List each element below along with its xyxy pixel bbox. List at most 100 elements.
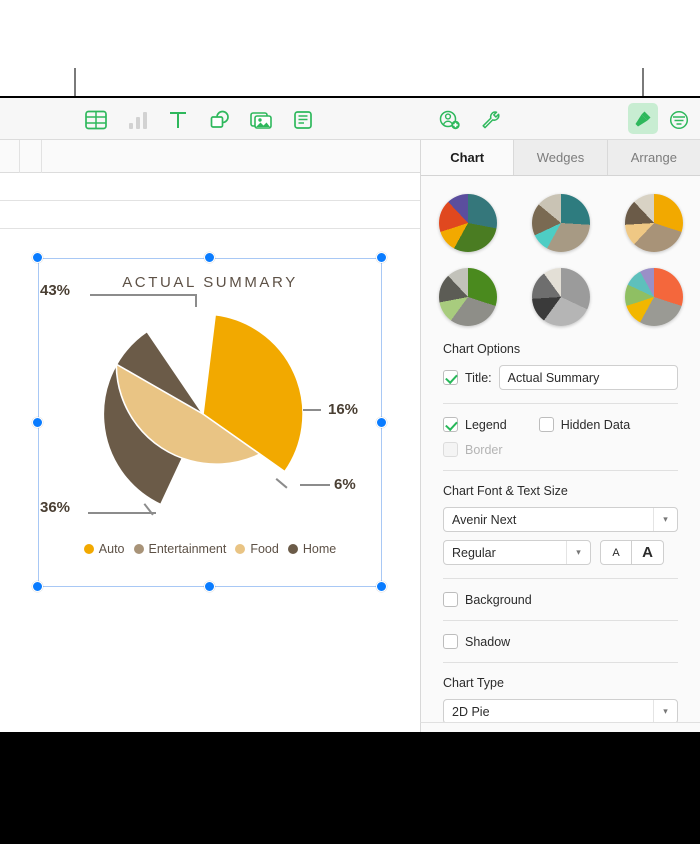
resize-handle-bottom-left[interactable]: [32, 581, 43, 592]
font-section-heading: Chart Font & Text Size: [443, 484, 568, 498]
legend-item: Home: [287, 542, 337, 556]
font-size-buttons: A A: [600, 540, 664, 565]
chart-style-1[interactable]: [438, 194, 497, 252]
font-weight-select[interactable]: Regular ▾: [443, 540, 591, 565]
legend-hidden-row: Legend Hidden Data: [443, 417, 678, 432]
pie-value-label-auto: 16%: [328, 401, 359, 418]
text-icon[interactable]: [164, 106, 192, 134]
pie-value-label-home: 43%: [40, 282, 71, 299]
resize-handle-top-right[interactable]: [376, 252, 387, 263]
divider: [443, 662, 678, 663]
increase-font-size-button[interactable]: A: [632, 540, 664, 565]
resize-handle-middle-right[interactable]: [376, 417, 387, 428]
legend-label: Home: [302, 542, 337, 556]
legend-color-swatch: [133, 544, 144, 554]
chart-type-heading: Chart Type: [443, 676, 504, 690]
resize-handle-middle-left[interactable]: [32, 417, 43, 428]
chart-type-select[interactable]: 2D Pie ▾: [443, 699, 678, 724]
title-row: Title: Actual Summary: [443, 365, 678, 390]
leader-line-home-tick: [195, 294, 197, 307]
shape-icon[interactable]: [206, 106, 234, 134]
wrench-icon[interactable]: [477, 106, 505, 134]
legend-checkbox[interactable]: [443, 417, 458, 432]
font-weight-value: Regular: [452, 545, 496, 560]
title-label: Title:: [465, 370, 492, 385]
legend-label: Food: [250, 542, 279, 556]
chart-options-section: Chart Options Title: Actual Summary: [421, 342, 700, 390]
font-section: Chart Font & Text Size Avenir Next ▾ Reg…: [421, 484, 700, 565]
font-weight-row: Regular ▾ A A: [443, 540, 678, 565]
font-family-select[interactable]: Avenir Next ▾: [443, 507, 678, 532]
sheet-header-row: [0, 140, 420, 173]
panel-bottom-edge: [420, 722, 700, 732]
legend-label: Auto: [98, 542, 125, 556]
leader-line-home: [90, 294, 196, 296]
chart-style-3[interactable]: [624, 194, 683, 252]
legend-color-swatch: [287, 544, 298, 554]
collaborate-icon[interactable]: [436, 106, 464, 134]
chevron-down-icon: ▾: [566, 541, 590, 564]
border-label: Border: [465, 442, 503, 457]
legend-item: Entertainment: [133, 542, 227, 556]
chart-title-input[interactable]: Actual Summary: [498, 365, 678, 390]
leader-line-food: [88, 512, 156, 514]
border-checkbox: [443, 442, 458, 457]
chart-style-grid: [421, 176, 700, 342]
shadow-label: Shadow: [465, 634, 511, 649]
comment-icon[interactable]: [289, 106, 317, 134]
chevron-down-icon: ▾: [653, 700, 677, 723]
chart-style-5[interactable]: [531, 268, 590, 326]
tab-chart[interactable]: Chart: [421, 140, 515, 175]
organize-icon[interactable]: [665, 106, 693, 134]
page-background-black: [0, 744, 700, 844]
resize-handle-top-left[interactable]: [32, 252, 43, 263]
resize-handle-top-center[interactable]: [204, 252, 215, 263]
background-section: Background: [421, 592, 700, 607]
chart-icon: [124, 106, 152, 134]
chart-style-4[interactable]: [438, 268, 497, 326]
tab-wedges[interactable]: Wedges: [514, 140, 608, 175]
legend-label: Entertainment: [148, 542, 227, 556]
hidden-data-label: Hidden Data: [560, 417, 631, 432]
pie-value-label-food: 36%: [40, 499, 71, 516]
border-row: Border: [443, 442, 678, 457]
legend-label: Legend: [465, 417, 507, 432]
divider: [443, 470, 678, 471]
hidden-data-checkbox[interactable]: [538, 417, 554, 432]
chart-style-6[interactable]: [624, 268, 683, 326]
resize-handle-bottom-right[interactable]: [376, 581, 387, 592]
display-options-section: Legend Hidden Data Border: [421, 417, 700, 457]
background-checkbox[interactable]: [443, 592, 458, 607]
title-checkbox[interactable]: [443, 370, 458, 385]
divider: [443, 403, 678, 404]
legend-color-swatch: [83, 544, 94, 554]
decrease-font-size-button[interactable]: A: [600, 540, 632, 565]
divider: [443, 578, 678, 579]
sheet-corner-cell: [0, 140, 20, 173]
leader-line-entertainment: [300, 484, 330, 486]
sheet-row: [0, 173, 420, 201]
background-label: Background: [465, 592, 532, 607]
media-icon[interactable]: [247, 106, 275, 134]
sheet-canvas[interactable]: ACTUAL SUMMARY 43% 16% 6% 36% Auto Enter…: [0, 140, 420, 732]
chart-legend[interactable]: Auto Entertainment Food Home: [38, 542, 382, 556]
tab-arrange[interactable]: Arrange: [607, 140, 700, 175]
table-icon[interactable]: [82, 106, 110, 134]
chart-object[interactable]: ACTUAL SUMMARY 43% 16% 6% 36% Auto Enter…: [32, 252, 387, 592]
sheet-row: [0, 201, 420, 229]
legend-item: Food: [235, 542, 279, 556]
chart-style-2[interactable]: [531, 194, 590, 252]
window-bottom-bar: [0, 732, 700, 744]
shadow-row: Shadow: [443, 634, 678, 649]
legend-item: Auto: [83, 542, 125, 556]
chart-options-heading: Chart Options: [443, 342, 521, 356]
format-icon[interactable]: [628, 103, 658, 134]
legend-color-swatch: [235, 544, 246, 554]
shadow-checkbox[interactable]: [443, 634, 458, 649]
pie-chart[interactable]: [101, 312, 305, 516]
sheet-header-cell: [20, 140, 42, 173]
resize-handle-bottom-center[interactable]: [204, 581, 215, 592]
toolbar: [0, 98, 700, 140]
chart-title: ACTUAL SUMMARY: [122, 274, 298, 291]
font-family-value: Avenir Next: [452, 512, 517, 527]
